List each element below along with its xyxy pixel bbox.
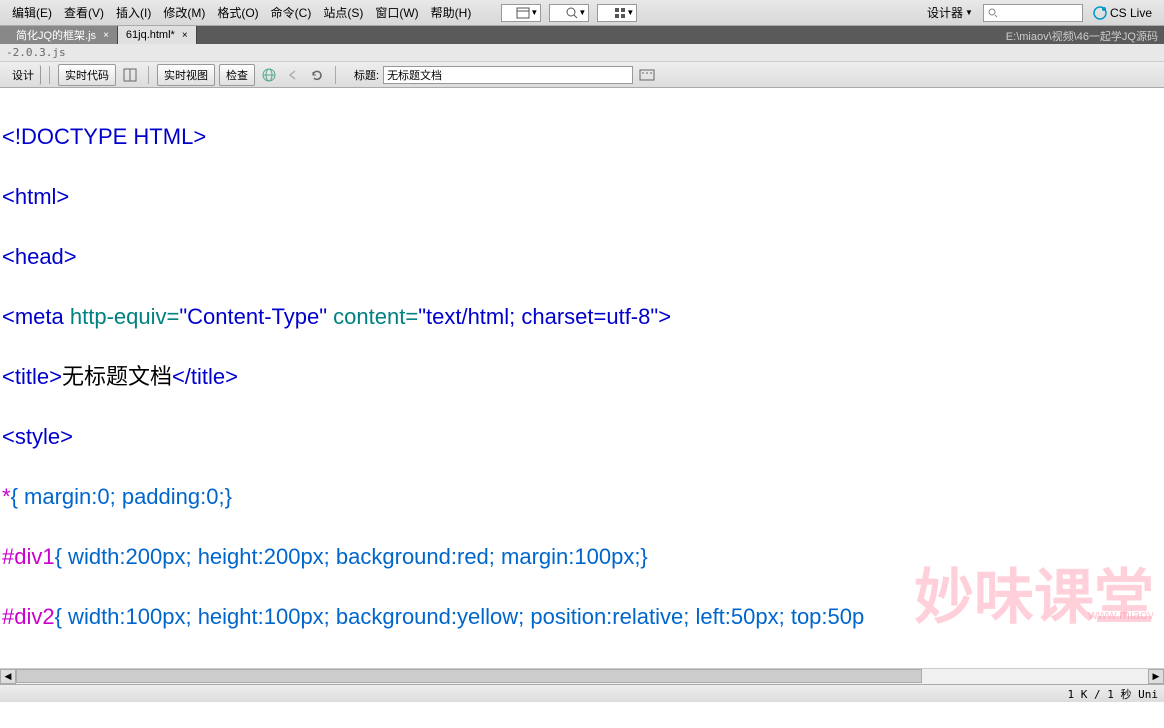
horizontal-scrollbar[interactable]: ◀ ▶: [0, 668, 1164, 684]
menu-modify[interactable]: 修改(M): [157, 1, 211, 24]
tab-label: 简化JQ的框架.js: [16, 27, 96, 43]
menu-view[interactable]: 查看(V): [58, 1, 110, 24]
code-editor[interactable]: <!DOCTYPE HTML> <html> <head> <meta http…: [0, 88, 1164, 668]
globe-icon[interactable]: [259, 65, 279, 85]
tool-dropdown[interactable]: ▼: [597, 4, 637, 22]
title-label: 标题:: [354, 67, 379, 83]
menubar: 编辑(E) 查看(V) 插入(I) 修改(M) 格式(O) 命令(C) 站点(S…: [0, 0, 1164, 26]
tab-close-icon[interactable]: ×: [103, 30, 109, 41]
cslive-icon: [1093, 6, 1107, 20]
designer-label: 设计器: [927, 4, 963, 21]
title-input[interactable]: [383, 66, 633, 84]
grid-icon: [614, 7, 626, 19]
live-view-button[interactable]: 实时视图: [157, 64, 215, 86]
toolbar: 设计 实时代码 实时视图 检查 标题:: [0, 62, 1164, 88]
menu-edit[interactable]: 编辑(E): [6, 1, 58, 24]
menu-site[interactable]: 站点(S): [317, 1, 369, 24]
tab-label: 61jq.html*: [126, 29, 175, 41]
nav-back-icon[interactable]: [283, 65, 303, 85]
layout-icon: [516, 7, 530, 19]
designer-button[interactable]: 设计器 ▼: [921, 1, 979, 24]
keyboard-icon[interactable]: [637, 65, 657, 85]
code-split-icon[interactable]: [120, 65, 140, 85]
search-input[interactable]: [983, 4, 1083, 22]
live-code-button[interactable]: 实时代码: [58, 64, 116, 86]
cslive-label: CS Live: [1110, 6, 1152, 20]
view-dropdown[interactable]: ▼: [549, 4, 589, 22]
menu-command[interactable]: 命令(C): [265, 1, 318, 24]
design-button[interactable]: 设计: [6, 65, 41, 85]
menu-insert[interactable]: 插入(I): [110, 1, 157, 24]
file-path: E:\miaov\视频\46一起学JQ源码: [1000, 26, 1164, 44]
related-files-bar: -2.0.3.js: [0, 44, 1164, 62]
search-icon: [566, 7, 578, 19]
scroll-thumb[interactable]: [16, 669, 922, 683]
statusbar: 1 K / 1 秒 Uni: [0, 684, 1164, 702]
layout-dropdown[interactable]: ▼: [501, 4, 541, 22]
status-info: 1 K / 1 秒 Uni: [1068, 686, 1158, 702]
scroll-right-icon[interactable]: ▶: [1148, 669, 1164, 684]
tab-jq-framework[interactable]: 简化JQ的框架.js ×: [0, 26, 118, 44]
menu-help[interactable]: 帮助(H): [425, 1, 478, 24]
search-icon: [987, 7, 999, 19]
refresh-icon[interactable]: [307, 65, 327, 85]
tabbar: 简化JQ的框架.js × 61jq.html* × E:\miaov\视频\46…: [0, 26, 1164, 44]
menu-window[interactable]: 窗口(W): [369, 1, 424, 24]
menu-format[interactable]: 格式(O): [211, 1, 264, 24]
cslive-button[interactable]: CS Live: [1087, 4, 1158, 22]
tab-61jq[interactable]: 61jq.html* ×: [118, 26, 197, 44]
check-button[interactable]: 检查: [219, 64, 255, 86]
scroll-left-icon[interactable]: ◀: [0, 669, 16, 684]
tab-close-icon[interactable]: ×: [182, 30, 188, 41]
